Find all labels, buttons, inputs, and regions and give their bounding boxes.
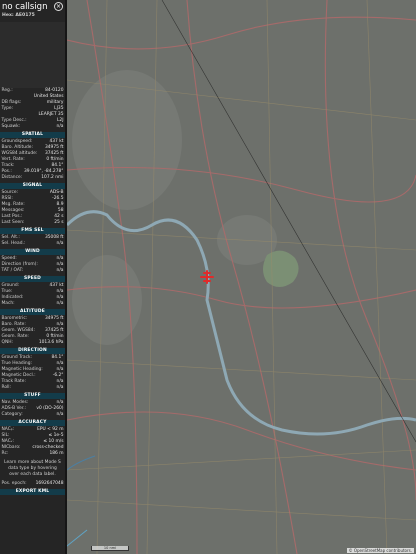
pos-epoch-label: Pos. epoch: [1, 481, 27, 486]
close-icon[interactable]: × [54, 2, 63, 11]
distance-value: 107.2 nmi [41, 175, 64, 180]
section-stuff[interactable]: STUFF [0, 393, 65, 399]
pos-epoch-value: 1692647048 [35, 481, 64, 486]
squawk-value: n/a [56, 124, 64, 129]
aircraft-photo-area [0, 22, 65, 88]
category-label: Category: [1, 412, 23, 417]
squawk-label: Squawk: [1, 124, 21, 129]
rc-label: Rc: [1, 451, 9, 456]
section-fms-sel[interactable]: FMS SEL [0, 228, 65, 234]
section-speed[interactable]: SPEED [0, 276, 65, 282]
hex-code: Hex: AE0175 [2, 13, 35, 18]
section-direction[interactable]: DIRECTION [0, 348, 65, 354]
section-altitude[interactable]: ALTITUDE [0, 309, 65, 315]
map-attribution[interactable]: © OpenStreetMap contributors. [346, 548, 414, 553]
type-label: Type: [1, 106, 14, 111]
section-accuracy[interactable]: ACCURACY [0, 420, 65, 426]
map-canvas[interactable] [67, 0, 416, 554]
section-spatial[interactable]: SPATIAL [0, 132, 65, 138]
qnh-value: 1013.6 hPa [38, 340, 64, 345]
tat-oat-label: TAT / OAT: [1, 268, 24, 273]
tat-oat-value: n/a [56, 268, 64, 273]
reg-label: Reg.: [1, 88, 13, 93]
section-wind[interactable]: WIND [0, 249, 65, 255]
roll-label: Roll: [1, 385, 11, 390]
aircraft-info-sidebar: no callsign Hex: AE0175 × Reg.: 84-0120 U… [0, 0, 67, 554]
scale-bar: 10 nmi [91, 546, 129, 551]
sidebar-header: no callsign Hex: AE0175 × [0, 0, 65, 22]
section-signal[interactable]: SIGNAL [0, 183, 65, 189]
roll-value: n/a [56, 385, 64, 390]
help-note: Learn more about Mode S data type by hov… [4, 460, 61, 477]
category-value: n/a [56, 412, 64, 417]
qnh-label: QNH: [1, 340, 14, 345]
last-seen-value: 25 s [54, 220, 64, 225]
mach-label: Mach: [1, 301, 15, 306]
rc-value: 186 m [49, 451, 64, 456]
sel-head-label: Sel. Head.: [1, 241, 26, 246]
sel-head-value: n/a [56, 241, 64, 246]
last-seen-label: Last Seen: [1, 220, 25, 225]
mach-value: n/a [56, 301, 64, 306]
export-kml-button[interactable]: EXPORT KML [0, 489, 65, 495]
map-view[interactable]: 10 nmi © OpenStreetMap contributors. [67, 0, 416, 554]
distance-label: Distance: [1, 175, 23, 180]
